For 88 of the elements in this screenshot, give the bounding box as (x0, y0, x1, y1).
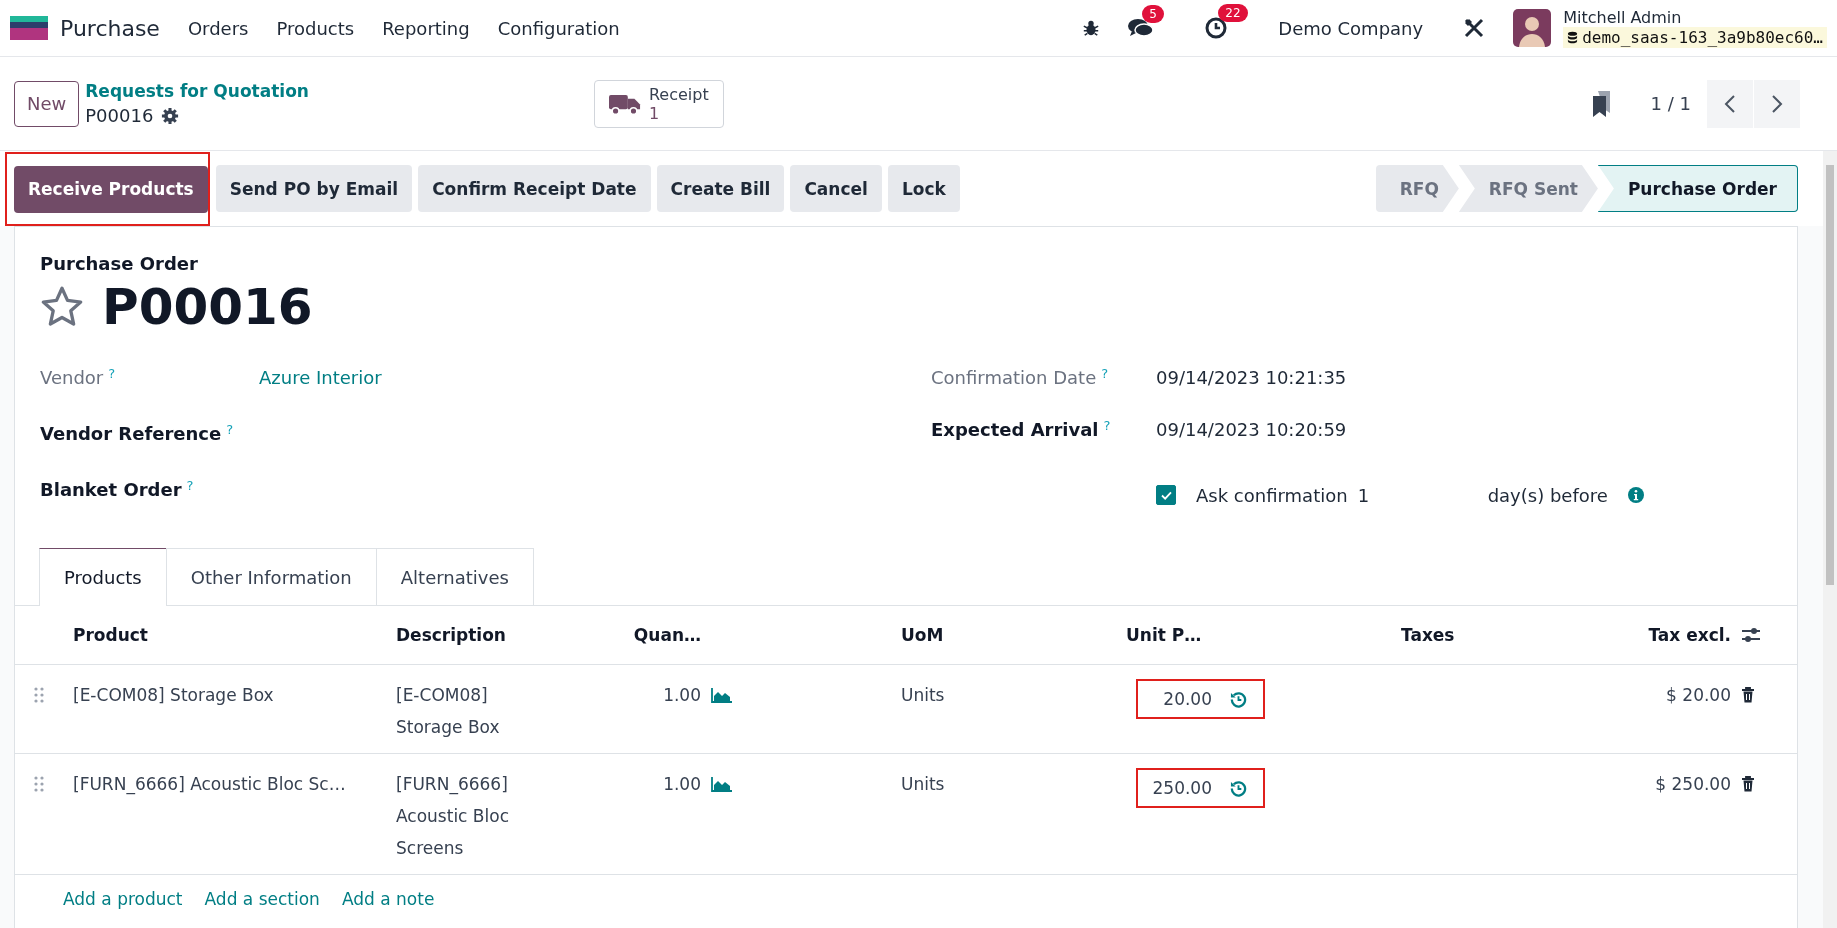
field-value: 09/14/2023 10:21:35 (1156, 366, 1347, 388)
menu-item[interactable]: Reporting (382, 17, 470, 39)
primary-action-button[interactable]: Receive Products (14, 165, 208, 213)
chat-icon[interactable] (1128, 17, 1155, 39)
user-name[interactable]: Mitchell Admin (1563, 8, 1827, 27)
menu-item[interactable]: Orders (187, 17, 249, 39)
table-cell-text: 1.00 (663, 773, 701, 796)
history-icon[interactable] (1230, 690, 1247, 708)
company-switcher[interactable]: Demo Company (1278, 17, 1424, 39)
add-line-link[interactable]: Add a product (63, 889, 183, 909)
activity-count-badge: 22 (1218, 4, 1248, 22)
table-cell-text: [FURN_6666] Acoustic Bloc Screens (396, 773, 510, 860)
field-value: 09/14/2023 10:20:59 (1156, 418, 1347, 440)
column-header[interactable]: UoM (901, 619, 1126, 651)
status-step[interactable]: RFQ Sent (1458, 165, 1598, 212)
database-name: demo_saas-163_3a9b80ec60… (1563, 27, 1827, 48)
star-icon[interactable] (40, 285, 84, 329)
field-label: Expected Arrival (931, 419, 1099, 441)
table-cell-text: [E-COM08] Storage Box (396, 684, 501, 739)
area-chart-icon[interactable] (711, 687, 733, 703)
tab[interactable]: Alternatives (375, 548, 534, 605)
settings-icon[interactable] (161, 106, 180, 125)
column-options-icon[interactable] (1741, 626, 1761, 644)
checkbox-label: Ask confirmation (1196, 484, 1348, 506)
field-label: Vendor Reference (40, 423, 222, 445)
status-step[interactable]: RFQ (1375, 165, 1459, 212)
field-label: Confirmation Date (931, 367, 1097, 389)
next-button[interactable] (1754, 79, 1800, 128)
action-button[interactable]: Send PO by Email (215, 165, 413, 212)
menu-item[interactable]: Configuration (497, 17, 620, 39)
history-icon[interactable] (1230, 779, 1247, 797)
column-header[interactable]: Quan… (561, 619, 711, 651)
column-header[interactable]: Product (73, 619, 396, 651)
add-line-link[interactable]: Add a section (204, 889, 320, 909)
column-header[interactable]: Taxes (1401, 619, 1561, 651)
column-header[interactable]: Unit P… (1126, 619, 1401, 651)
checkbox[interactable] (1156, 485, 1176, 505)
app-name[interactable]: Purchase (60, 15, 160, 41)
trash-icon[interactable] (1741, 687, 1755, 703)
new-button[interactable]: New (14, 80, 80, 127)
receipt-smart-button[interactable]: Receipt 1 (593, 79, 724, 128)
field-label: Vendor (40, 367, 104, 389)
days-value: 1 (1357, 484, 1371, 506)
tab[interactable]: Products (39, 548, 167, 606)
app-logo-icon (10, 16, 48, 40)
field-link[interactable]: Azure Interior (259, 366, 382, 388)
database-icon (1567, 31, 1579, 44)
field-label: day(s) before (1487, 484, 1608, 506)
table-cell-text: [FURN_6666] Acoustic Bloc Sc… (73, 773, 346, 797)
table-cell-text: 20.00 (1162, 688, 1212, 711)
action-button[interactable]: Cancel (790, 165, 882, 212)
status-step[interactable]: Purchase Order (1597, 165, 1798, 212)
chevron-left-icon (1724, 93, 1736, 114)
column-header[interactable]: Description (396, 619, 561, 651)
table-cell-text: 250.00 (1151, 777, 1212, 800)
table-cell-text: Units (901, 684, 945, 707)
table-cell-text: 1.00 (663, 684, 701, 707)
chevron-right-icon (1771, 93, 1783, 114)
record-name: P00016 (85, 105, 154, 126)
table-cell-text: $ 250.00 (1655, 773, 1731, 796)
info-icon[interactable] (1627, 487, 1644, 503)
pager-value[interactable]: 1 / 1 (1650, 93, 1691, 114)
column-header[interactable]: Tax excl. (1561, 619, 1741, 651)
add-line-link[interactable]: Add a note (341, 889, 435, 909)
bookmark-icon[interactable] (1590, 90, 1613, 117)
table-cell-text: [E-COM08] Storage Box (73, 684, 274, 707)
field-label: Blanket Order (40, 479, 182, 501)
bug-icon[interactable] (1082, 19, 1101, 37)
table-cell-text: $ 20.00 (1666, 684, 1731, 707)
record-type-label: Purchase Order (40, 253, 199, 274)
drag-handle-icon[interactable] (34, 776, 44, 792)
drag-handle-icon[interactable] (34, 687, 44, 703)
action-button[interactable]: Lock (887, 165, 960, 212)
area-chart-icon[interactable] (711, 776, 733, 792)
avatar-icon[interactable] (1513, 9, 1552, 47)
action-button[interactable]: Confirm Receipt Date (418, 165, 651, 212)
breadcrumb-link[interactable]: Requests for Quotation (85, 81, 309, 101)
previous-button[interactable] (1707, 79, 1753, 128)
check-icon (1160, 490, 1172, 500)
trash-icon[interactable] (1741, 776, 1755, 792)
action-button[interactable]: Create Bill (656, 165, 785, 212)
table-cell-text: Units (901, 773, 945, 796)
record-title: P00016 (102, 278, 313, 336)
message-count-badge: 5 (1142, 5, 1164, 23)
clock-icon[interactable] (1204, 16, 1229, 40)
menu-item[interactable]: Products (276, 17, 355, 39)
truck-icon (608, 92, 641, 115)
scrollbar[interactable] (1823, 151, 1837, 928)
